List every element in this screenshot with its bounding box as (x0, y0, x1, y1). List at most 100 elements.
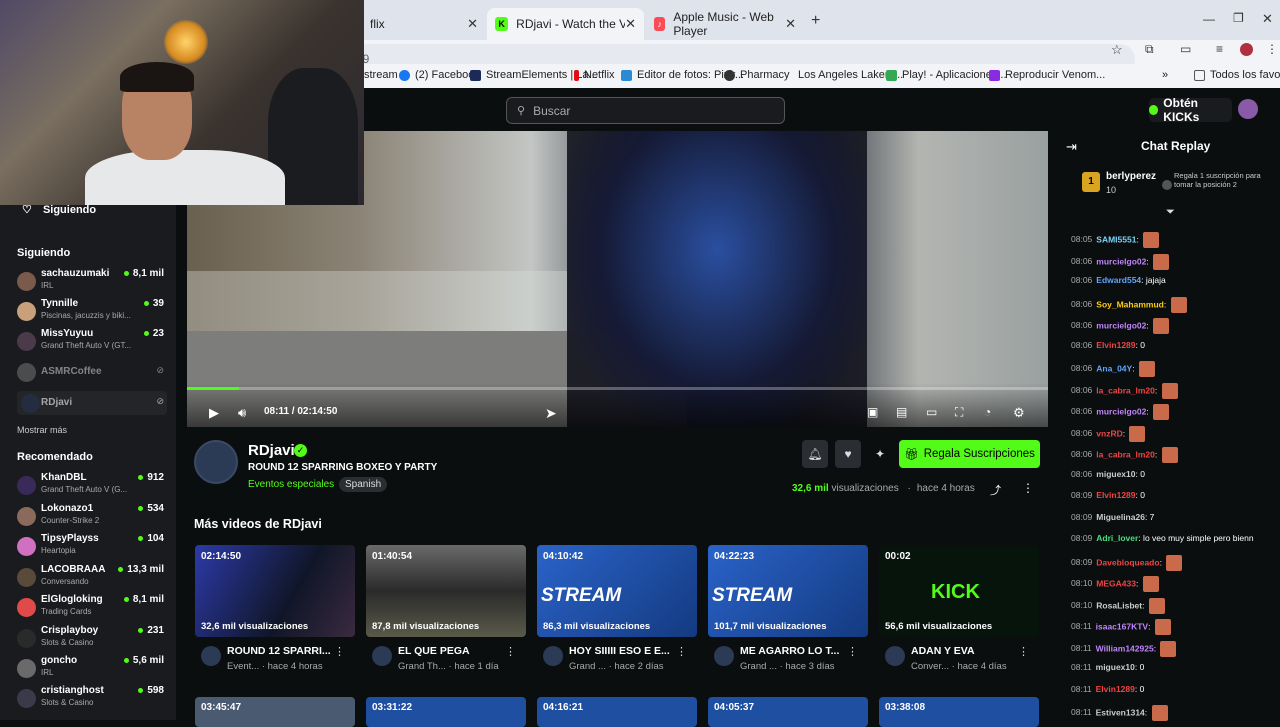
video-thumbnail[interactable]: 03:31:22 (366, 697, 526, 727)
video-thumbnail[interactable]: 03:38:08 (879, 697, 1039, 727)
get-kicks-button[interactable]: Obtén KICKs (1149, 96, 1232, 124)
chat-username[interactable]: Miguelina26 (1096, 512, 1145, 522)
video-card[interactable]: 01:40:54 87,8 mil visualizaciones EL QUE… (366, 545, 526, 675)
follow-button[interactable]: ♥ (835, 440, 861, 468)
close-icon[interactable]: ✕ (785, 16, 796, 32)
show-more-link[interactable]: Mostrar más (17, 425, 67, 435)
video-card[interactable]: STREAM 04:10:42 86,3 mil visualizaciones… (537, 545, 697, 675)
more-options-icon[interactable]: ⋮ (1018, 645, 1029, 658)
close-icon[interactable]: ✕ (467, 16, 478, 32)
video-card[interactable]: 02:14:50 32,6 mil visualizaciones ROUND … (195, 545, 355, 675)
cast-icon[interactable]: ▭ (1180, 42, 1191, 56)
clip-icon[interactable]: ▤ (896, 405, 907, 419)
sidebar-item-missyuyuu[interactable]: MissYuyuu Grand Theft Auto V (GT... 23 (17, 328, 167, 356)
theater-mode-icon[interactable]: ▭ (926, 405, 937, 419)
channel-avatar[interactable] (194, 440, 238, 484)
video-thumbnail[interactable]: 04:16:21 (537, 697, 697, 727)
bookmarks-overflow-icon[interactable]: » (1162, 69, 1168, 81)
more-options-icon[interactable]: ⋮ (334, 645, 345, 658)
search-input[interactable]: ⚲ Buscar (506, 97, 785, 124)
sidebar-item-lokonazo1[interactable]: Lokonazo1 Counter-Strike 2 534 (17, 503, 167, 531)
tab-kick-vod[interactable]: K RDjavi - Watch the VOD on Kick ✕ (487, 8, 644, 40)
all-bookmarks[interactable]: Todos los favoritos (1194, 69, 1280, 81)
close-window-icon[interactable]: ✕ (1262, 11, 1273, 27)
chat-username[interactable]: Soy_Mahammud (1096, 299, 1164, 309)
chat-message: 08:09 Adri_lover: lo veo muy simple pero … (1071, 533, 1254, 543)
bookmark-item[interactable]: Reproducir Venom... (989, 69, 1105, 81)
extensions-icon[interactable]: ⧉ (1145, 42, 1154, 57)
chat-username[interactable]: RosaLisbet (1096, 600, 1142, 610)
more-options-icon[interactable]: ⋮ (1022, 481, 1034, 495)
channel-name[interactable]: RDjavi (248, 442, 295, 459)
close-icon[interactable]: ✕ (625, 16, 636, 32)
menu-dots-icon[interactable]: ⋮ (1266, 42, 1278, 56)
language-badge[interactable]: Spanish (339, 477, 388, 492)
chat-username[interactable]: Davebloqueado (1096, 557, 1159, 567)
bookmark-item[interactable]: Netflix (574, 69, 615, 81)
bookmark-item[interactable]: Pharmacy (724, 69, 790, 81)
sidebar-item-asmrcoffee[interactable]: ASMRCoffee ⊘ (17, 363, 167, 393)
collapse-chat-icon[interactable]: ⇥ (1066, 139, 1077, 155)
scroll-down-icon[interactable]: ⏷ (1166, 206, 1175, 219)
chat-username[interactable]: William142925 (1096, 643, 1154, 653)
chat-username[interactable]: Elvin1289 (1096, 490, 1135, 500)
more-options-icon[interactable]: ⋮ (676, 645, 687, 658)
sidebar-item-sachauzumaki[interactable]: sachauzumaki IRL 8,1 mil (17, 268, 167, 296)
sidebar-item-cristianghost[interactable]: cristianghost Slots & Casino 598 (17, 685, 167, 713)
chat-username[interactable]: Ana_04Y (1096, 363, 1132, 373)
profile-avatar[interactable] (1240, 43, 1253, 56)
more-options-icon[interactable]: ⋮ (505, 645, 516, 658)
sidebar-item-lacobraaa[interactable]: LACOBRAAA Conversando 13,3 mil (17, 564, 167, 592)
speed-icon[interactable]: ◔ (984, 405, 991, 419)
chat-username[interactable]: Adri_lover (1096, 533, 1138, 543)
chat-username[interactable]: murcielgo02 (1096, 256, 1146, 266)
chat-username[interactable]: MEGA433 (1096, 578, 1136, 588)
sidebar-item-goncho[interactable]: goncho IRL 5,6 mil (17, 655, 167, 683)
bookmark-item[interactable]: stream (364, 69, 398, 81)
user-avatar[interactable] (1238, 99, 1258, 119)
chat-username[interactable]: la_cabra_lm20 (1096, 385, 1155, 395)
sparkle-button[interactable]: ✦ (867, 440, 893, 468)
media-icon[interactable]: ≡ (1216, 42, 1223, 56)
chat-username[interactable]: vnzRD (1096, 428, 1122, 438)
chat-username[interactable]: Elvin1289 (1096, 340, 1135, 350)
video-card[interactable]: KICK 00:02 56,6 mil visualizaciones ADAN… (879, 545, 1039, 675)
minimize-icon[interactable]: — (1203, 12, 1215, 26)
chat-username[interactable]: murcielgo02 (1096, 406, 1146, 416)
new-tab-button[interactable]: + (811, 12, 820, 30)
share-icon[interactable]: ⤴ (990, 482, 1001, 498)
sidebar-item-tynnille[interactable]: Tynnille Piscinas, jacuzzis y biki... 39 (17, 298, 167, 326)
chat-username[interactable]: isaac167KTV (1096, 621, 1148, 631)
chat-username[interactable]: murcielgo02 (1096, 320, 1146, 330)
gift-subscriptions-button[interactable]: 🎁︎ Regala Suscripciones (899, 440, 1040, 468)
play-icon[interactable]: ▶ (209, 405, 219, 421)
video-card[interactable]: STREAM 04:22:23 101,7 mil visualizacione… (708, 545, 868, 675)
tab-netflix[interactable]: flix ✕ (362, 8, 486, 40)
chat-username[interactable]: la_cabra_lm20 (1096, 449, 1155, 459)
notification-bell-button[interactable]: 🔔︎ (802, 440, 828, 468)
tab-apple-music[interactable]: ♪ Apple Music - Web Player ✕ (646, 8, 804, 40)
settings-gear-icon[interactable]: ⚙ (1013, 405, 1025, 421)
video-thumbnail[interactable]: 04:05:37 (708, 697, 868, 727)
chat-username[interactable]: Edward554 (1096, 275, 1141, 285)
sidebar-item-elglogloking[interactable]: ElGlogloking Trading Cards 8,1 mil (17, 594, 167, 622)
maximize-icon[interactable]: ❐ (1233, 11, 1244, 25)
chat-username[interactable]: Elvin1289 (1096, 684, 1135, 694)
more-options-icon[interactable]: ⋮ (847, 645, 858, 658)
sidebar-item-rdjavi[interactable]: RDjavi ⊘ (17, 391, 167, 415)
fullscreen-icon[interactable]: ⛶ (955, 405, 963, 420)
chat-username[interactable]: miguex10 (1096, 469, 1135, 479)
sidebar-item-tipsyplayss[interactable]: TipsyPlayss Heartopia 104 (17, 533, 167, 561)
bookmark-item[interactable]: (2) Facebook (399, 69, 480, 81)
miniplayer-icon[interactable]: ▣ (867, 405, 878, 419)
sidebar-item-crisplayboy[interactable]: Crisplayboy Slots & Casino 231 (17, 625, 167, 653)
chat-username[interactable]: SAMI5551 (1096, 234, 1136, 244)
video-thumbnail[interactable]: 03:45:47 (195, 697, 355, 727)
bookmark-star-icon[interactable]: ☆ (1111, 42, 1123, 58)
chat-username[interactable]: Estiven1314 (1096, 707, 1145, 717)
chat-username[interactable]: miguex10 (1096, 662, 1135, 672)
sidebar-item-khandbl[interactable]: KhanDBL Grand Theft Auto V (G... 912 (17, 472, 167, 500)
category-link[interactable]: Eventos especiales (248, 479, 334, 490)
progress-bar[interactable] (187, 387, 1048, 390)
volume-icon[interactable]: 🔊︎ (238, 405, 246, 421)
